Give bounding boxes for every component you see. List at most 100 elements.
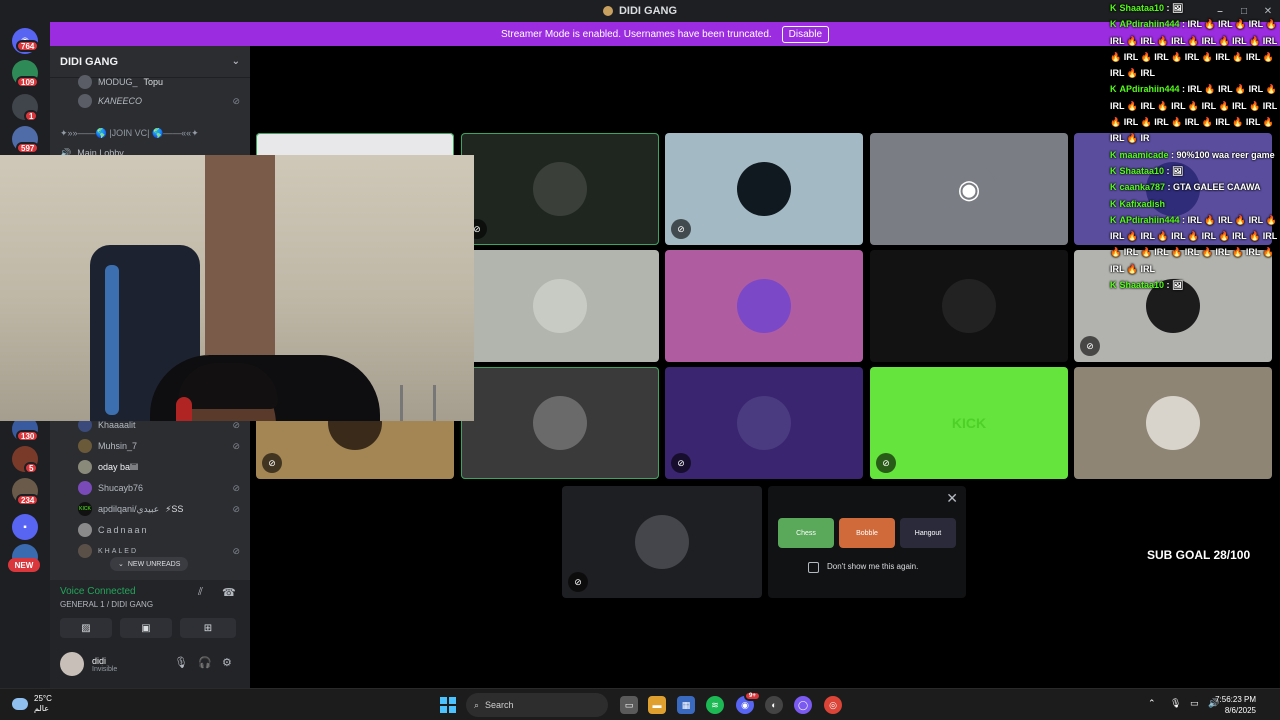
member-row[interactable]: Muhsin_7 ⊘	[78, 436, 240, 456]
member-extra: ⚡SS	[165, 503, 184, 514]
chat-text: 🖼	[1172, 3, 1184, 13]
clock[interactable]: 7:56:23 PM 8/6/2025	[1215, 694, 1256, 716]
chair-stripe	[105, 265, 119, 415]
chat-text: 🖼	[1172, 165, 1184, 176]
notification-badge: 764	[16, 40, 40, 52]
voice-category[interactable]: ✦»»——🌎 |JOIN VC| 🌎——««✦	[60, 128, 240, 139]
discord-logo-icon: ◉	[942, 162, 996, 216]
user-panel[interactable]: didi Invisible	[60, 652, 117, 676]
participant-tile[interactable]: ⊘	[665, 133, 863, 245]
kick-icon: K	[1110, 214, 1117, 225]
voice-status: Voice Connected	[60, 586, 136, 597]
search-box[interactable]: ⌕ Search	[466, 693, 608, 717]
chat-message: Kcaanka787 : GTA GALEE CAAWA	[1110, 182, 1261, 193]
server-name: DIDI GANG	[60, 55, 119, 68]
streamer-mode-banner: Streamer Mode is enabled. Usernames have…	[50, 22, 1280, 46]
chevron-down-icon: ⌄	[118, 561, 124, 568]
activity-app[interactable]: Chess	[778, 518, 834, 548]
camera-off-button[interactable]: ▨	[60, 618, 112, 638]
kick-icon: K	[1110, 165, 1117, 176]
network-icon[interactable]: ▭	[1190, 698, 1199, 709]
spotify-icon[interactable]: ≋	[706, 696, 724, 714]
member-row[interactable]: Shucayb76 ⊘	[78, 478, 240, 498]
kick-icon: K	[1110, 280, 1117, 291]
muted-mic-icon: ⊘	[671, 219, 691, 239]
notification-badge: 234	[16, 494, 40, 506]
app-icon[interactable]: ◯	[794, 696, 812, 714]
search-placeholder: Search	[485, 700, 514, 710]
time: 7:56:23 PM	[1215, 695, 1256, 704]
participant-tile[interactable]: KICK ⊘	[870, 367, 1068, 479]
avatar	[533, 162, 587, 216]
activities-promo: ✕ Chess Bobble Hangout Don't show me thi…	[768, 486, 966, 598]
chat-message: K Shaataa10 : 🖼	[1110, 3, 1184, 13]
notification-badge: 597	[16, 142, 40, 154]
disable-streamer-mode-button[interactable]: Disable	[781, 25, 830, 43]
kick-icon: K	[1110, 84, 1117, 95]
store-icon[interactable]: ▦	[677, 696, 695, 714]
member-row[interactable]: Cadnaan	[78, 520, 240, 540]
activities-button[interactable]: ⊞	[180, 618, 236, 638]
mic-icon[interactable]: 🎙	[174, 656, 188, 669]
member-name: Muhsin_7	[98, 441, 138, 451]
gear-icon[interactable]: ⚙	[222, 656, 232, 669]
kick-icon: K	[1110, 182, 1117, 193]
member-row[interactable]: KICK apdilqani/عبيدي ⚡SS ⊘	[78, 499, 240, 519]
participant-tile[interactable]	[1074, 367, 1272, 479]
activity-app[interactable]: Hangout	[900, 518, 956, 548]
muted-mic-icon: ⊘	[232, 440, 240, 451]
avatar	[737, 279, 791, 333]
date: 8/6/2025	[1224, 706, 1256, 715]
participant-tile[interactable]: ⊘	[665, 367, 863, 479]
share-screen-button[interactable]: ▣	[120, 618, 172, 638]
member-name: MODUG_	[98, 77, 138, 87]
member-row[interactable]: MODUG_ Topu	[78, 72, 240, 92]
notification-badge: 1	[24, 110, 39, 122]
chevron-down-icon: ⌄	[231, 56, 240, 67]
voice-channel[interactable]: GENERAL 1 / DIDI GANG	[60, 600, 153, 609]
task-view-icon[interactable]: ▭	[620, 696, 638, 714]
muted-mic-icon: ⊘	[568, 572, 588, 592]
participant-tile[interactable]	[665, 250, 863, 362]
temperature: 25°C	[34, 694, 52, 703]
headset	[176, 397, 192, 421]
member-row[interactable]: KANEECO ⊘	[78, 91, 240, 111]
user-name: didi	[92, 655, 107, 666]
new-pill[interactable]: NEW	[8, 558, 40, 572]
member-name: Khaaaalit	[98, 420, 136, 430]
close-icon[interactable]: ✕	[946, 490, 958, 507]
chat-user: APdirahiin444	[1119, 214, 1180, 225]
chat-user: caanka787	[1119, 182, 1166, 193]
app-badge: 9+	[744, 691, 761, 701]
member-row[interactable]: oday baliil	[78, 457, 240, 477]
mic-tray-icon[interactable]: 🎙	[1170, 698, 1181, 709]
avatar	[78, 439, 92, 453]
chrome-icon[interactable]: ◎	[824, 696, 842, 714]
obs-icon[interactable]: ◐	[765, 696, 783, 714]
dont-show-checkbox[interactable]	[808, 562, 819, 573]
participant-tile[interactable]	[461, 250, 659, 362]
avatar	[78, 460, 92, 474]
chat-user: Shaataa10	[1119, 165, 1165, 176]
noise-suppression-icon[interactable]: ⫽	[198, 586, 203, 599]
new-unreads-button[interactable]: ⌄ NEW UNREADS	[110, 557, 189, 571]
avatar	[1146, 396, 1200, 450]
avatar	[78, 481, 92, 495]
chevron-up-icon[interactable]: ⌃	[1148, 698, 1156, 709]
folder-icon[interactable]: ▪	[12, 514, 38, 540]
file-explorer-icon[interactable]: ▬	[648, 696, 666, 714]
chat-text: GTA GALEE CAAWA	[1173, 182, 1261, 193]
disconnect-icon[interactable]: ☎	[222, 586, 236, 599]
activity-app[interactable]: Bobble	[839, 518, 895, 548]
participant-tile[interactable]: ⊘	[562, 486, 762, 598]
weather-label: عالم	[34, 704, 49, 713]
participant-tile[interactable]: ◉	[870, 133, 1068, 245]
weather-widget[interactable]: 25°C عالم	[12, 694, 52, 714]
dont-show-label: Don't show me this again.	[827, 562, 919, 571]
muted-mic-icon: ⊘	[232, 545, 240, 556]
headphones-icon[interactable]: 🎧	[198, 656, 212, 669]
windows-start-icon[interactable]	[440, 697, 456, 713]
participant-tile[interactable]	[870, 250, 1068, 362]
participant-tile[interactable]: ⊘	[461, 133, 659, 245]
participant-tile[interactable]	[461, 367, 659, 479]
